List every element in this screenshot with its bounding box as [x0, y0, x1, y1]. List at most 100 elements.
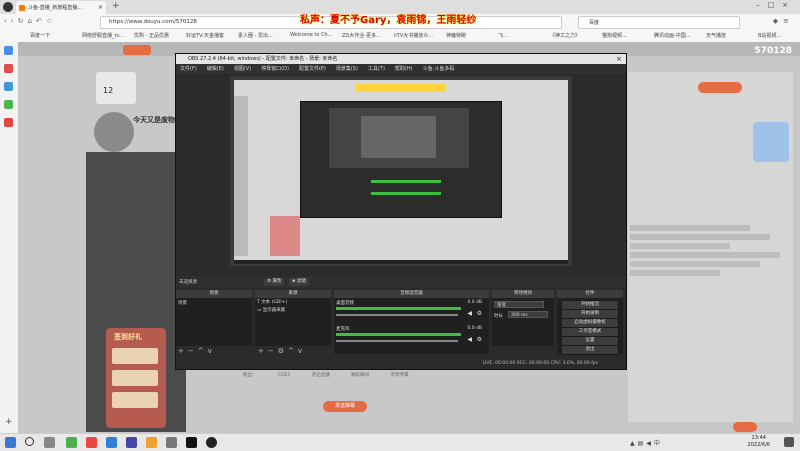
extension-icon[interactable]: ◆ — [773, 17, 783, 25]
obs-menu-item[interactable]: 场景集(S) — [336, 66, 358, 72]
maximize-icon[interactable]: □ — [768, 1, 783, 9]
taskbar-search-icon[interactable] — [25, 437, 34, 446]
bookmark-item[interactable]: 百度一下 — [30, 32, 50, 39]
duration-input[interactable]: 300 ms — [508, 311, 548, 318]
bookmark-item[interactable]: iiTV大书播放众... — [394, 32, 433, 39]
home-icon[interactable]: ⌂ — [28, 17, 36, 25]
taskbar-browser-icon[interactable] — [86, 437, 97, 448]
bookmark-item[interactable]: 网络舒服直播_tv... — [82, 32, 124, 39]
text-source-icon: T — [257, 300, 260, 305]
volume-icon[interactable]: ◀ — [646, 440, 654, 447]
volume-slider[interactable] — [336, 340, 458, 342]
bookmark-item[interactable]: B站视频... — [758, 32, 781, 39]
scene-item[interactable]: 场景 — [176, 298, 252, 308]
search-box[interactable]: 百度 — [578, 16, 740, 29]
obs-preview[interactable] — [230, 76, 572, 266]
network-icon[interactable]: ▤ — [638, 440, 647, 447]
gift-item[interactable] — [112, 392, 158, 408]
obs-menu-item[interactable]: 停靠窗口(D) — [261, 66, 289, 72]
obs-menu-item[interactable]: 斗鱼-斗鱼多码 — [423, 66, 455, 72]
taskbar-clock[interactable]: 13:44 2022/6/6 — [748, 435, 770, 449]
taskbar-obs-icon[interactable] — [206, 437, 217, 448]
bookmark-item[interactable]: 优购 - 正品优惠 — [134, 32, 169, 39]
bookmark-item[interactable]: 猫狗视频... — [602, 32, 627, 39]
taskbar-app-icon[interactable] — [146, 437, 157, 448]
taskbar-app-icon[interactable] — [126, 437, 137, 448]
obs-menu-item[interactable]: 配置文件(P) — [299, 66, 326, 72]
bookmark-item[interactable]: 《神工之力》 — [550, 32, 580, 39]
bookmark-item[interactable]: 神魔特碗 — [446, 32, 466, 39]
sidebar-weibo-icon[interactable] — [4, 118, 13, 127]
gift-item[interactable] — [112, 370, 158, 386]
tab-close-icon[interactable]: × — [98, 4, 103, 11]
mixer-channel-mic: 麦克风 0.0 dB ◀ ⚙ — [336, 326, 486, 350]
remove-source-icon[interactable]: − — [268, 347, 278, 355]
menu-icon[interactable]: ≡ — [783, 17, 794, 25]
forward-icon[interactable]: › — [11, 17, 18, 25]
reload-icon[interactable]: ↻ — [18, 17, 28, 25]
source-item[interactable]: T 文本 (GDI+) — [255, 298, 331, 306]
minimize-icon[interactable]: – — [756, 1, 768, 9]
bookmark-item[interactable]: 天气播放 — [706, 32, 726, 39]
bookmark-item[interactable]: Welcome to Ch... — [290, 32, 333, 38]
chat-send-button[interactable] — [733, 422, 757, 432]
mixer-settings-icon[interactable]: ⚙ — [477, 310, 482, 317]
bookmark-item[interactable]: ZD大作业-更多... — [342, 32, 381, 39]
obs-menu-item[interactable]: 文件(F) — [180, 66, 197, 72]
properties-button[interactable]: ⚙ 属性 — [264, 278, 285, 286]
volume-slider[interactable] — [336, 314, 458, 316]
bookmark-item[interactable]: 飞... — [498, 32, 508, 39]
transition-select[interactable]: 渐变 — [494, 301, 544, 308]
mixer-settings-icon[interactable]: ⚙ — [477, 336, 482, 343]
bookmark-item[interactable]: 好运TV-天金播客 — [186, 32, 224, 39]
douyu-logo-icon[interactable] — [123, 45, 151, 55]
gift-item[interactable] — [112, 348, 158, 364]
filters-button[interactable]: ◈ 滤镜 — [289, 278, 309, 286]
exit-button[interactable]: 退出 — [561, 345, 619, 355]
obs-menu-item[interactable]: 工具(T) — [368, 66, 385, 72]
tray-icon[interactable]: ▲ — [630, 440, 638, 447]
send-danmu-button[interactable]: 发送弹幕 — [323, 401, 367, 412]
sidebar-mail-icon[interactable] — [4, 82, 13, 91]
sidebar-apps-icon[interactable] — [4, 100, 13, 109]
search-engine-label: 百度 — [589, 20, 600, 26]
remove-scene-icon[interactable]: − — [188, 347, 198, 355]
add-source-icon[interactable]: + — [258, 347, 268, 355]
move-up-icon[interactable]: ^ — [198, 347, 208, 355]
follow-button[interactable] — [698, 82, 742, 93]
taskbar-app-icon[interactable] — [166, 437, 177, 448]
notification-icon[interactable] — [784, 437, 794, 447]
bookmark-item[interactable]: 腾讯动画-中国... — [654, 32, 691, 39]
taskbar-taskview-icon[interactable] — [44, 437, 55, 448]
sidebar-add-icon[interactable]: + — [5, 417, 13, 427]
bookmark-item[interactable]: 素人圈 - 爱出... — [238, 32, 273, 39]
undo-icon[interactable]: ↶ — [36, 17, 46, 25]
bookmark-icon[interactable]: ☆ — [46, 17, 56, 25]
source-up-icon[interactable]: ^ — [288, 347, 298, 355]
source-settings-icon[interactable]: ⚙ — [278, 347, 288, 355]
sidebar-star-icon[interactable] — [4, 46, 13, 55]
obs-menu-item[interactable]: 帮助(H) — [395, 66, 413, 72]
speaker-icon[interactable]: ◀ — [467, 310, 472, 317]
duration-input-value: 300 ms — [511, 313, 528, 318]
speaker-icon[interactable]: ◀ — [467, 336, 472, 343]
obs-close-icon[interactable]: × — [616, 54, 622, 64]
ime-icon[interactable]: 中 — [654, 440, 663, 447]
scenes-header: 场景 — [176, 290, 252, 298]
browser-tab[interactable]: 斗鱼-直播_新旅程直播... × — [16, 1, 106, 14]
obs-menu-item[interactable]: 编辑(E) — [207, 66, 224, 72]
add-scene-icon[interactable]: + — [178, 347, 188, 355]
source-down-icon[interactable]: v — [298, 347, 306, 355]
sidebar-app-icon[interactable] — [4, 64, 13, 73]
new-tab-button[interactable]: + — [112, 1, 120, 11]
taskbar-app-icon[interactable] — [66, 437, 77, 448]
close-window-icon[interactable]: × — [782, 1, 796, 9]
back-icon[interactable]: ‹ — [4, 17, 11, 25]
obs-menu-item[interactable]: 视图(V) — [234, 66, 251, 72]
taskbar-app-icon[interactable] — [106, 437, 117, 448]
source-item[interactable]: ▭ 显示器采集 — [255, 306, 331, 314]
taskbar-app-icon[interactable] — [186, 437, 197, 448]
streamer-avatar[interactable] — [96, 72, 136, 104]
windows-start-icon[interactable] — [5, 437, 16, 448]
move-down-icon[interactable]: v — [208, 347, 216, 355]
